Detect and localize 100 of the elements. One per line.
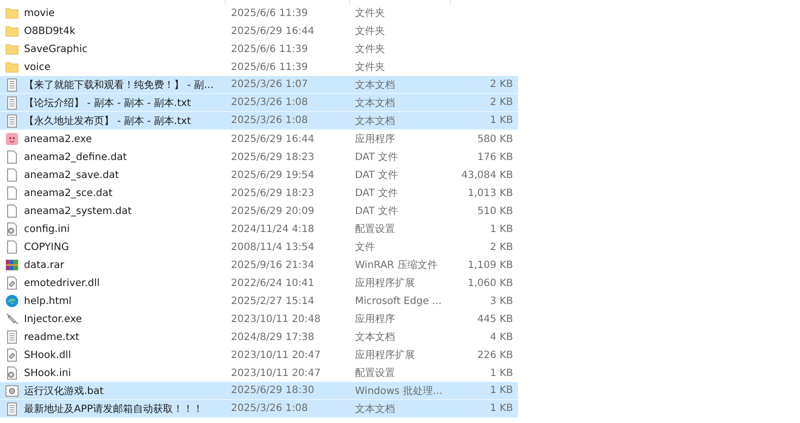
file-name: aneama2.exe — [24, 134, 92, 144]
file-row[interactable]: 最新地址及APP请发邮箱自动获取！！！ 2025/3/26 1:08 文本文档 1 KB — [0, 400, 518, 418]
file-row[interactable]: config.ini 2024/11/24 4:18 配置设置 1 KB — [0, 220, 518, 238]
modified-date: 2024/8/29 17:38 — [231, 332, 316, 342]
file-row[interactable]: aneama2_save.dat 2025/6/29 19:54 DAT 文件 43,084 KB — [0, 166, 518, 184]
folder-icon — [5, 24, 19, 38]
file-type: WinRAR 压缩文件 — [355, 258, 438, 272]
text-file-icon — [5, 402, 19, 416]
browser-icon — [5, 294, 19, 308]
file-row[interactable]: aneama2_system.dat 2025/6/29 20:09 DAT 文件 510 KB — [0, 202, 518, 220]
file-row[interactable]: aneama2_define.dat 2025/6/29 18:23 DAT 文件 176 KB — [0, 148, 518, 166]
modified-date: 2025/6/6 11:39 — [231, 8, 309, 18]
batch-file-icon — [5, 384, 19, 398]
file-row[interactable]: O8BD9t4k 2025/6/29 16:44 文件夹 — [0, 22, 518, 40]
modified-date: 2025/6/6 11:39 — [231, 62, 309, 72]
text-file-icon — [5, 78, 19, 92]
file-row[interactable]: 【永久地址发布页】 - 副本 - 副本.txt 2025/3/26 1:08 文本文档 1 KB — [0, 112, 518, 130]
file-row[interactable]: aneama2.exe 2025/6/29 16:44 应用程序 580 KB — [0, 130, 518, 148]
file-row[interactable]: movie 2025/6/6 11:39 文件夹 — [0, 4, 518, 22]
modified-date: 2025/6/29 16:44 — [231, 26, 316, 36]
file-icon — [5, 240, 19, 254]
modified-date: 2025/6/29 19:54 — [231, 170, 316, 180]
modified-date: 2022/6/24 10:41 — [231, 278, 316, 288]
file-row[interactable]: help.html 2025/2/27 15:14 Microsoft Edge ... 3 KB — [0, 292, 518, 310]
file-name: SaveGraphic — [24, 44, 88, 54]
file-size: 2 KB — [489, 97, 513, 108]
file-name: COPYING — [24, 242, 69, 252]
file-type: 配置设置 — [355, 366, 396, 380]
file-type: 文本文档 — [355, 330, 396, 344]
file-type: 文件夹 — [355, 6, 386, 20]
folder-icon — [5, 60, 19, 74]
file-size: 43,084 KB — [460, 170, 513, 180]
file-name: 运行汉化游戏.bat — [24, 384, 104, 398]
modified-date: 2025/3/26 1:08 — [231, 403, 309, 414]
folder-icon — [5, 6, 19, 20]
file-type: DAT 文件 — [355, 168, 399, 182]
file-row[interactable]: COPYING 2008/11/4 13:54 文件 2 KB — [0, 238, 518, 256]
file-size: 176 KB — [476, 152, 513, 162]
file-size: 2 KB — [489, 242, 513, 252]
file-size: 3 KB — [489, 296, 513, 306]
file-size: 580 KB — [476, 134, 513, 144]
file-row[interactable]: SHook.dll 2023/10/11 20:47 应用程序扩展 226 KB — [0, 346, 518, 364]
file-row[interactable]: SHook.ini 2023/10/11 20:47 配置设置 1 KB — [0, 364, 518, 382]
file-type: DAT 文件 — [355, 186, 399, 200]
file-name: aneama2_sce.dat — [24, 188, 112, 198]
file-type: 文件夹 — [355, 60, 386, 74]
file-type: 文件夹 — [355, 24, 386, 38]
file-type: 配置设置 — [355, 222, 396, 236]
file-row[interactable]: emotedriver.dll 2022/6/24 10:41 应用程序扩展 1,060 KB — [0, 274, 518, 292]
file-size: 226 KB — [476, 350, 513, 360]
file-name: SHook.ini — [24, 368, 71, 378]
file-icon — [5, 150, 19, 164]
file-name: readme.txt — [24, 332, 80, 342]
file-size: 4 KB — [489, 332, 513, 342]
modified-date: 2025/6/29 18:23 — [231, 152, 316, 162]
file-row[interactable]: 运行汉化游戏.bat 2025/6/29 18:30 Windows 批处理... 1 KB — [0, 382, 518, 400]
file-name: aneama2_define.dat — [24, 152, 127, 162]
file-icon — [5, 168, 19, 182]
file-name: voice — [24, 62, 50, 72]
text-file-icon — [5, 114, 19, 128]
file-size: 1,013 KB — [466, 188, 513, 198]
file-type: 文本文档 — [355, 78, 396, 92]
file-size: 1 KB — [489, 368, 513, 378]
settings-file-icon — [5, 366, 19, 380]
file-row[interactable]: 【来了就能下载和观看！纯免费！】 - 副... 2025/3/26 1:07 文本文档 2 KB — [0, 76, 518, 94]
file-name: O8BD9t4k — [24, 26, 76, 36]
file-name: emotedriver.dll — [24, 278, 100, 288]
file-name: 【永久地址发布页】 - 副本 - 副本.txt — [24, 114, 191, 128]
modified-date: 2025/6/29 16:44 — [231, 134, 316, 144]
file-icon — [5, 204, 19, 218]
file-row[interactable]: voice 2025/6/6 11:39 文件夹 — [0, 58, 518, 76]
file-size: 1 KB — [489, 403, 513, 414]
modified-date: 2008/11/4 13:54 — [231, 242, 316, 252]
modified-date: 2025/2/27 15:14 — [231, 296, 316, 306]
file-type: 应用程序 — [355, 132, 396, 146]
modified-date: 2023/10/11 20:47 — [231, 368, 322, 378]
file-type: 应用程序 — [355, 312, 396, 326]
file-type: 文本文档 — [355, 96, 396, 110]
file-row[interactable]: Injector.exe 2023/10/11 20:48 应用程序 445 KB — [0, 310, 518, 328]
file-row[interactable]: aneama2_sce.dat 2025/6/29 18:23 DAT 文件 1,013 KB — [0, 184, 518, 202]
modified-date: 2025/6/29 18:30 — [231, 385, 316, 396]
file-row[interactable]: 【论坛介绍】 - 副本 - 副本 - 副本.txt 2025/3/26 1:08 文本文档 2 KB — [0, 94, 518, 112]
file-row[interactable]: readme.txt 2024/8/29 17:38 文本文档 4 KB — [0, 328, 518, 346]
file-name: SHook.dll — [24, 350, 71, 360]
modified-date: 2023/10/11 20:47 — [231, 350, 322, 360]
file-size: 1 KB — [489, 224, 513, 234]
file-row[interactable]: data.rar 2025/9/16 21:34 WinRAR 压缩文件 1,109 KB — [0, 256, 518, 274]
file-row[interactable]: SaveGraphic 2025/6/6 11:39 文件夹 — [0, 40, 518, 58]
modified-date: 2025/3/26 1:07 — [231, 79, 309, 90]
file-type: 文件夹 — [355, 42, 386, 56]
modified-date: 2024/11/24 4:18 — [231, 224, 316, 234]
text-file-icon — [5, 96, 19, 110]
text-file-icon — [5, 330, 19, 344]
file-name: aneama2_system.dat — [24, 206, 132, 216]
file-size: 1,060 KB — [466, 278, 513, 288]
file-name: 【来了就能下载和观看！纯免费！】 - 副... — [24, 78, 214, 92]
file-name: data.rar — [24, 260, 64, 270]
file-size: 1 KB — [489, 385, 513, 396]
folder-icon — [5, 42, 19, 56]
file-type: 文件 — [355, 240, 376, 254]
